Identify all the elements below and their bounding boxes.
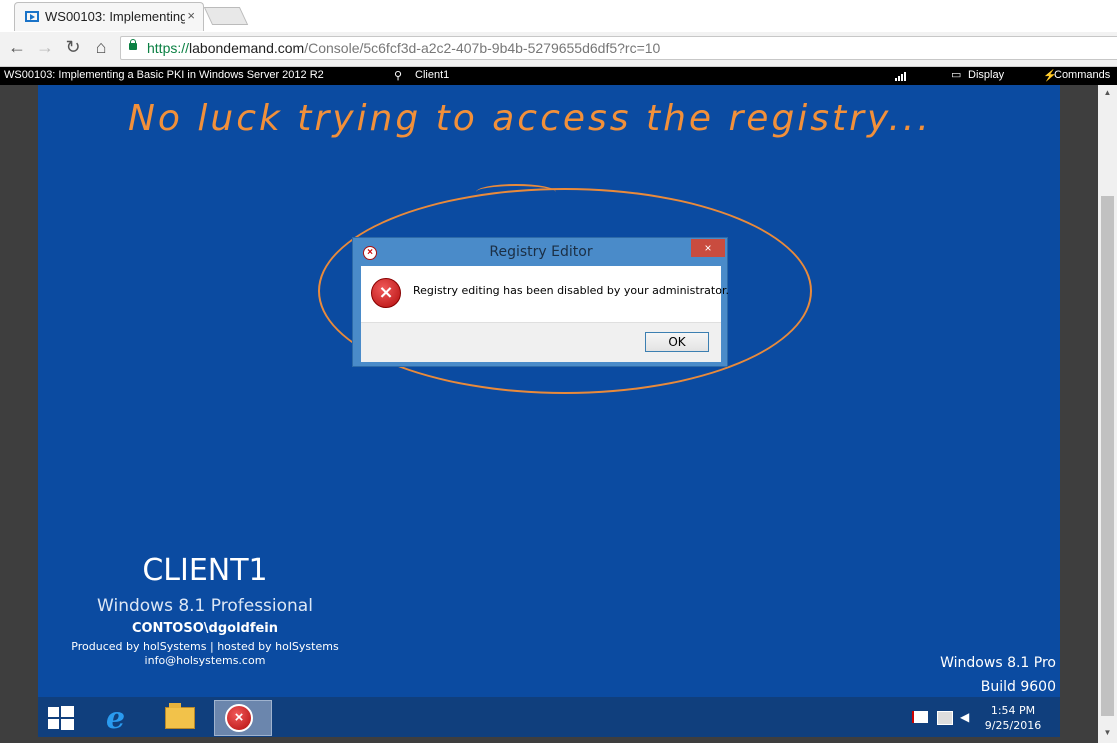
url-scheme: https://	[147, 40, 190, 56]
connection-signal-icon	[895, 69, 907, 81]
browser-tab[interactable]: WS00103: Implementing ×	[14, 2, 204, 31]
browser-toolbar: ← → ↻ ⌂ https://labondemand.com/Console/…	[0, 32, 1117, 67]
os-watermark-build: Build 9600	[980, 679, 1056, 695]
error-icon: ×	[225, 704, 253, 732]
scroll-up-icon[interactable]: ▲	[1098, 86, 1117, 100]
dialog-footer: OK	[361, 322, 721, 362]
desktop-produced-by: Produced by holSystems | hosted by holSy…	[71, 640, 339, 653]
lab-favicon-icon	[25, 11, 39, 22]
tab-close-icon[interactable]: ×	[187, 8, 195, 23]
taskbar-clock[interactable]: 1:54 PM 9/25/2016	[983, 703, 1043, 733]
file-explorer-taskbar-button[interactable]	[156, 700, 204, 736]
clock-time: 1:54 PM	[990, 704, 1036, 717]
internet-explorer-taskbar-button[interactable]: e	[94, 700, 142, 736]
url-path: /Console/5c6fcf3d-a2c2-407b-9b4b-5279655…	[304, 40, 661, 56]
scroll-down-icon[interactable]: ▼	[1098, 726, 1117, 740]
volume-muted-icon[interactable]: ◀	[960, 711, 974, 723]
dialog-title: Registry Editor	[489, 244, 593, 260]
ok-button[interactable]: OK	[645, 332, 709, 352]
url-host: labondemand.com	[189, 40, 305, 56]
folder-icon	[165, 703, 195, 729]
desktop-user: CONTOSO\dgoldfein	[131, 621, 279, 636]
registry-error-taskbar-button[interactable]: ×	[214, 700, 272, 736]
error-icon: ×	[371, 278, 401, 308]
commands-button[interactable]: Commands	[1054, 69, 1110, 81]
browser-tab-strip: WS00103: Implementing ×	[0, 0, 1117, 33]
lab-title: WS00103: Implementing a Basic PKI in Win…	[4, 69, 324, 81]
registry-editor-dialog: × Registry Editor × × Registry editing h…	[352, 237, 729, 367]
back-arrow-icon[interactable]: ←	[6, 37, 28, 58]
network-icon[interactable]	[937, 711, 953, 725]
home-icon[interactable]: ⌂	[90, 37, 112, 58]
forward-arrow-icon[interactable]: →	[34, 37, 56, 58]
windows-start-icon[interactable]	[48, 706, 74, 730]
dialog-body: × Registry editing has been disabled by …	[361, 266, 729, 322]
reload-icon[interactable]: ↻	[62, 37, 84, 58]
url-text: https://labondemand.com/Console/5c6fcf3d…	[147, 40, 660, 56]
desktop-hostname: CLIENT1	[142, 553, 268, 588]
display-button[interactable]: Display	[968, 69, 1004, 81]
taskbar: e × ◀ 1:54 PM 9/25/2016	[38, 697, 1060, 737]
dialog-message: Registry editing has been disabled by yo…	[413, 284, 729, 297]
address-bar[interactable]: https://labondemand.com/Console/5c6fcf3d…	[120, 36, 1117, 60]
lab-console-toolbar: WS00103: Implementing a Basic PKI in Win…	[0, 67, 1117, 85]
tab-title: WS00103: Implementing	[45, 9, 185, 24]
machine-selector[interactable]: Client1	[415, 69, 449, 81]
action-center-flag-icon[interactable]	[912, 711, 928, 723]
pin-icon[interactable]: ⚲	[394, 69, 402, 82]
annotation-circle-tail	[476, 184, 556, 200]
handwritten-annotation: No luck trying to access the registry...	[128, 98, 932, 139]
os-watermark-edition: Windows 8.1 Pro	[940, 655, 1056, 671]
desktop-email: info@holsystems.com	[144, 654, 266, 667]
desktop-os-name: Windows 8.1 Professional	[97, 596, 313, 616]
display-monitor-icon: ▭	[951, 69, 962, 81]
scrollbar-thumb[interactable]	[1101, 196, 1114, 716]
clock-date: 9/25/2016	[984, 719, 1042, 732]
new-tab-button[interactable]	[203, 7, 249, 25]
secure-lock-icon	[129, 39, 137, 50]
dialog-close-button[interactable]: ×	[691, 239, 725, 257]
internet-explorer-icon: e	[106, 701, 126, 736]
